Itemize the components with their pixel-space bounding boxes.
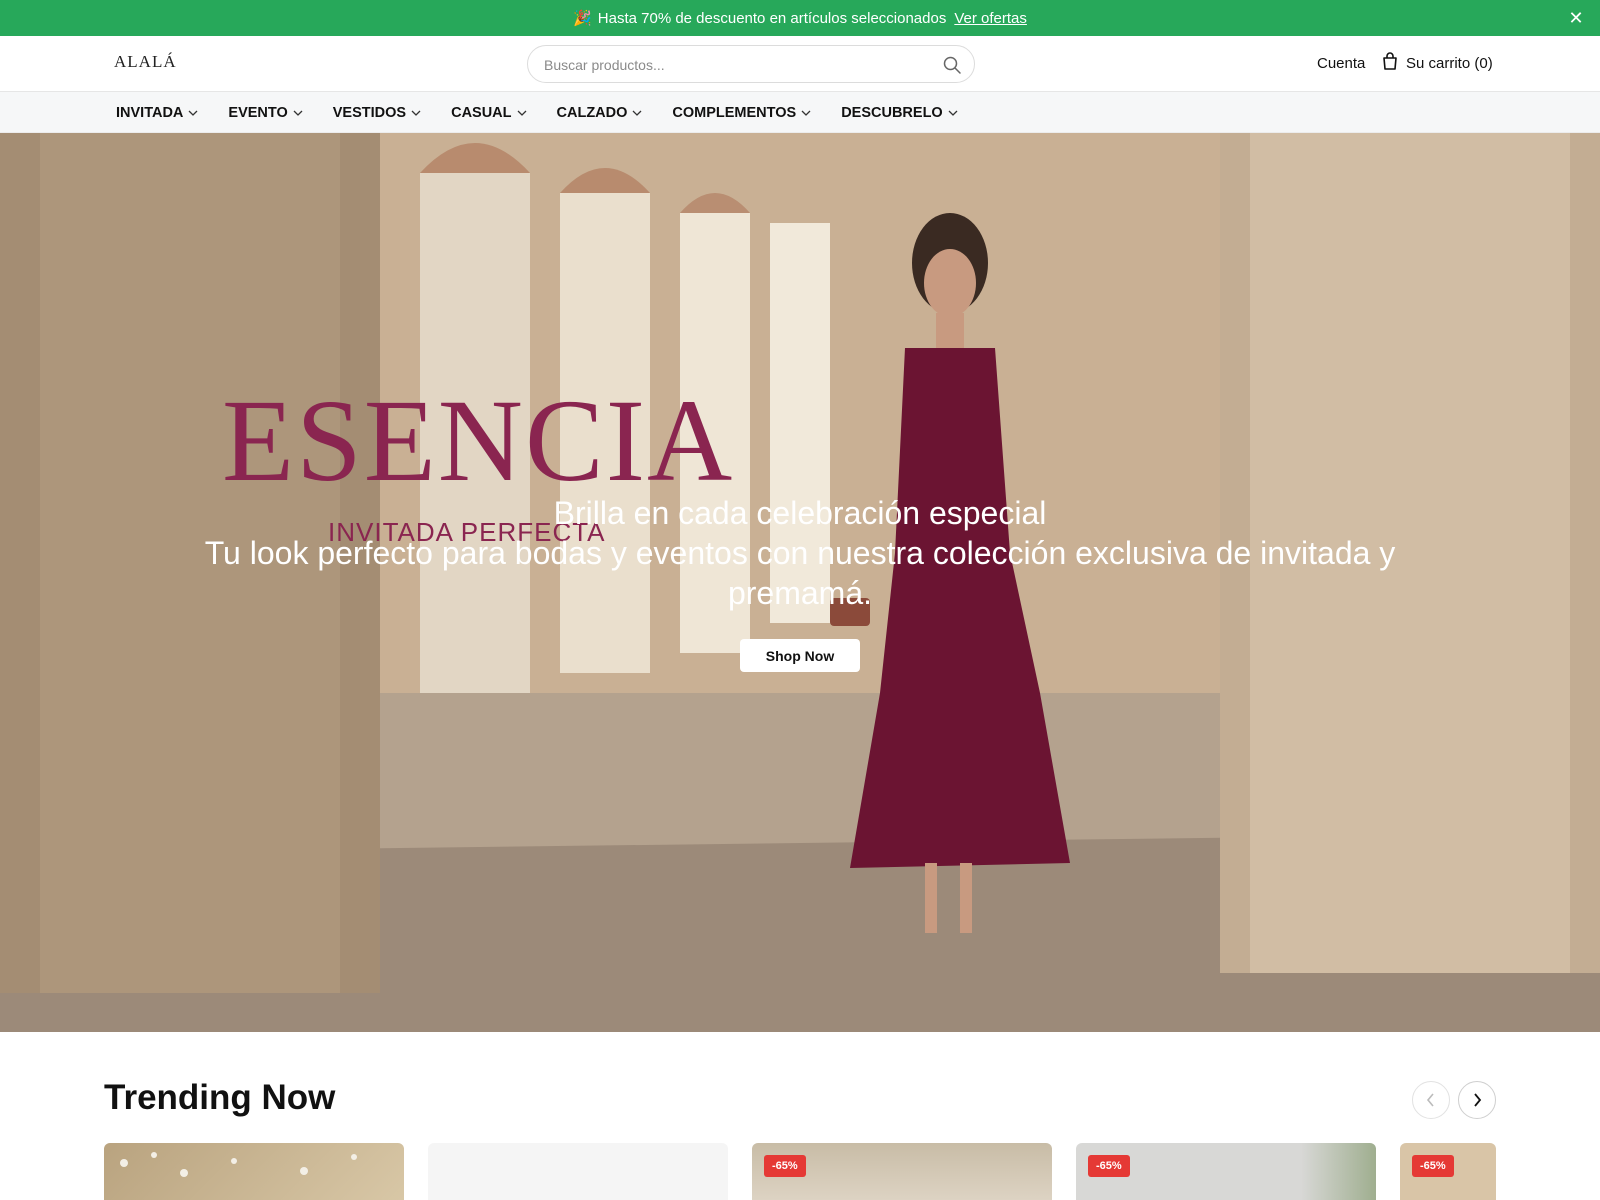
nav-item-calzado[interactable]: CALZADO [557,105,643,121]
announcement-bar: 🎉 Hasta 70% de descuento en artículos se… [0,0,1600,36]
hero-title: Brilla en cada celebración especial [553,495,1047,531]
site-header: ALALÁ Cuenta Su carrito (0) [0,36,1600,92]
carousel-prev-button[interactable] [1412,1081,1450,1119]
nav-item-complementos[interactable]: COMPLEMENTOS [672,105,811,121]
nav-item-descubrelo[interactable]: DESCUBRELO [841,105,958,121]
hero-brand: ESENCIA [222,375,735,506]
shop-now-button[interactable]: Shop Now [740,639,860,672]
product-card[interactable]: -65% [1400,1143,1496,1200]
announcement-text: Hasta 70% de descuento en artículos sele… [597,9,947,27]
close-icon[interactable]: ✕ [1566,8,1586,28]
nav-label: COMPLEMENTOS [672,104,797,121]
chevron-down-icon [948,110,958,116]
search-input[interactable] [544,55,924,75]
nav-item-invitada[interactable]: INVITADA [116,105,198,121]
product-card[interactable]: -65% [752,1143,1052,1200]
nav-label: VESTIDOS [332,104,407,121]
nav-item-evento[interactable]: EVENTO [228,104,303,121]
nav-item-vestidos[interactable]: VESTIDOS [333,105,421,121]
nav-label: INVITADA [116,104,184,121]
trending-title: Trending Now [104,1078,336,1117]
product-card[interactable]: -65% [1076,1143,1376,1200]
view-offers-link[interactable]: Ver ofertas [954,10,1027,27]
discount-badge: -65% [1412,1155,1454,1177]
nav-label: DESCUBRELO [841,104,943,121]
carousel-next-button[interactable] [1458,1081,1496,1119]
search-icon[interactable] [942,55,962,75]
nav-label: CALZADO [556,104,628,121]
cart-link[interactable]: Su carrito (0) [1382,52,1493,74]
chevron-down-icon [293,110,303,116]
product-card[interactable] [104,1143,404,1200]
party-popper-icon: 🎉 [573,10,592,27]
chevron-down-icon [188,110,198,116]
nav-label: CASUAL [451,104,512,121]
chevron-left-icon [1426,1093,1434,1107]
hero-subtitle: Tu look perfecto para bodas y eventos co… [204,535,1396,611]
hero-banner: ESENCIA INVITADA PERFECTA Brilla en cada… [0,133,1600,1032]
chevron-down-icon [801,110,811,116]
discount-badge: -65% [764,1155,806,1177]
chevron-down-icon [632,110,642,116]
main-nav: INVITADA EVENTO VESTIDOS CASUAL CALZADO … [0,92,1600,133]
account-link[interactable]: Cuenta [1317,55,1365,72]
chevron-right-icon [1474,1093,1482,1107]
cart-label: Su carrito (0) [1406,54,1493,72]
search-bar [527,45,975,83]
logo[interactable]: ALALÁ [114,52,177,72]
discount-badge: -65% [1088,1155,1130,1177]
nav-item-casual[interactable]: CASUAL [451,105,526,121]
product-card[interactable] [428,1143,728,1200]
chevron-down-icon [411,110,421,116]
shopping-bag-icon [1382,52,1406,74]
chevron-down-icon [517,110,526,116]
product-image [120,1152,357,1177]
nav-label: EVENTO [228,104,288,121]
